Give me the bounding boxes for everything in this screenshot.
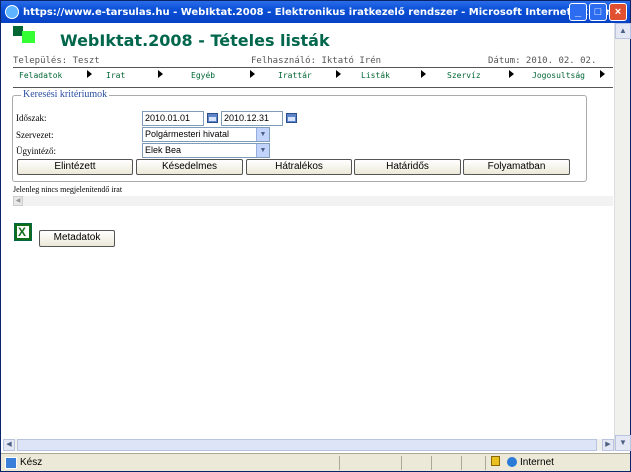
close-button[interactable]: × — [609, 3, 627, 21]
maximize-button[interactable]: □ — [589, 3, 607, 21]
szervezet-select[interactable]: Polgármesteri hivatal ▼ — [142, 127, 270, 142]
horizontal-scrollbar[interactable]: ◀ ▶ — [3, 439, 614, 451]
szervezet-value: Polgármesteri hivatal — [145, 129, 230, 139]
scroll-down-icon[interactable]: ▼ — [615, 435, 631, 451]
globe-icon — [507, 457, 517, 467]
menu-arrow-icon — [87, 70, 92, 78]
menu-item-irattar[interactable]: Irattár — [278, 71, 312, 80]
menu-item-listak[interactable]: Listák — [361, 71, 390, 80]
menu-item-egyeb[interactable]: Egyéb — [191, 71, 215, 80]
hatralekos-button[interactable]: Hátralékos — [246, 159, 352, 175]
calendar-icon[interactable] — [207, 113, 218, 123]
scroll-left-icon[interactable]: ◀ — [3, 439, 15, 451]
lock-icon — [491, 456, 500, 466]
menu-item-feladatok[interactable]: Feladatok — [19, 71, 62, 80]
menu-arrow-icon — [336, 70, 341, 78]
scroll-right-icon[interactable]: ▶ — [602, 439, 614, 451]
vertical-scrollbar[interactable]: ▲ ▼ — [614, 23, 631, 451]
empty-message: Jelenleg nincs megjelenítendő irat — [13, 185, 123, 194]
elintezett-button[interactable]: Elintézett — [17, 159, 133, 175]
datum-info: Dátum: 2010. 02. 02. — [488, 56, 597, 66]
menu-arrow-icon — [421, 70, 426, 78]
menu-item-szerviz[interactable]: Szervíz — [447, 71, 481, 80]
chevron-down-icon[interactable]: ▼ — [256, 128, 269, 141]
window-title: https://www.e-tarsulas.hu - WebIktat.200… — [23, 6, 623, 18]
export-metadata-button[interactable]: Metadatok — [39, 230, 115, 247]
zone-text: Internet — [520, 457, 554, 468]
status-bar: Kész Internet — [1, 453, 630, 471]
main-menu: Feladatok Irat Egyéb Irattár Listák Szer… — [13, 68, 613, 83]
excel-icon[interactable]: X — [14, 223, 32, 241]
ugyintezo-value: Elek Bea — [145, 145, 182, 155]
scroll-left-icon[interactable]: ◀ — [13, 196, 23, 206]
page-icon — [5, 456, 17, 469]
menu-item-irat[interactable]: Irat — [106, 71, 125, 80]
status-text: Kész — [20, 457, 43, 468]
divider — [13, 87, 613, 88]
ugyintezo-label: Ügyintéző: — [16, 146, 56, 156]
menu-item-jogosultsag[interactable]: Jogosultság — [532, 71, 585, 80]
app-logo-icon — [13, 26, 35, 44]
chevron-down-icon[interactable]: ▼ — [256, 144, 269, 157]
ie-icon — [5, 5, 19, 19]
calendar-icon[interactable] — [286, 113, 297, 123]
results-hscrollbar[interactable]: ◀ — [13, 196, 613, 206]
page-content: WebIktat.2008 - Tételes listák Település… — [3, 23, 614, 439]
page-title: WebIktat.2008 - Tételes listák — [60, 31, 330, 50]
telepules-info: Település: Teszt — [13, 56, 100, 66]
keselmes-button[interactable]: Késedelmes — [136, 159, 243, 175]
menu-arrow-icon — [509, 70, 514, 78]
title-bar[interactable]: https://www.e-tarsulas.hu - WebIktat.200… — [1, 1, 630, 23]
hatarido-button[interactable]: Határidős — [354, 159, 461, 175]
menu-arrow-icon — [600, 70, 605, 78]
scroll-up-icon[interactable]: ▲ — [615, 23, 631, 39]
szervezet-label: Szervezet: — [16, 130, 54, 140]
browser-window: https://www.e-tarsulas.hu - WebIktat.200… — [0, 0, 631, 472]
ugyintezo-select[interactable]: Elek Bea ▼ — [142, 143, 270, 158]
date-to-input[interactable]: 2010.12.31 — [221, 111, 283, 126]
search-legend: Keresési kritériumok — [21, 89, 110, 100]
scroll-thumb[interactable] — [17, 439, 597, 451]
idoszak-label: Időszak: — [16, 113, 47, 123]
date-from-input[interactable]: 2010.01.01 — [142, 111, 204, 126]
menu-arrow-icon — [250, 70, 255, 78]
minimize-button[interactable]: _ — [569, 3, 587, 21]
folyamatban-button[interactable]: Folyamatban — [463, 159, 570, 175]
felhasznalo-info: Felhasználó: Iktató Irén — [251, 56, 382, 66]
menu-arrow-icon — [158, 70, 163, 78]
window-controls: _ □ × — [569, 3, 627, 21]
